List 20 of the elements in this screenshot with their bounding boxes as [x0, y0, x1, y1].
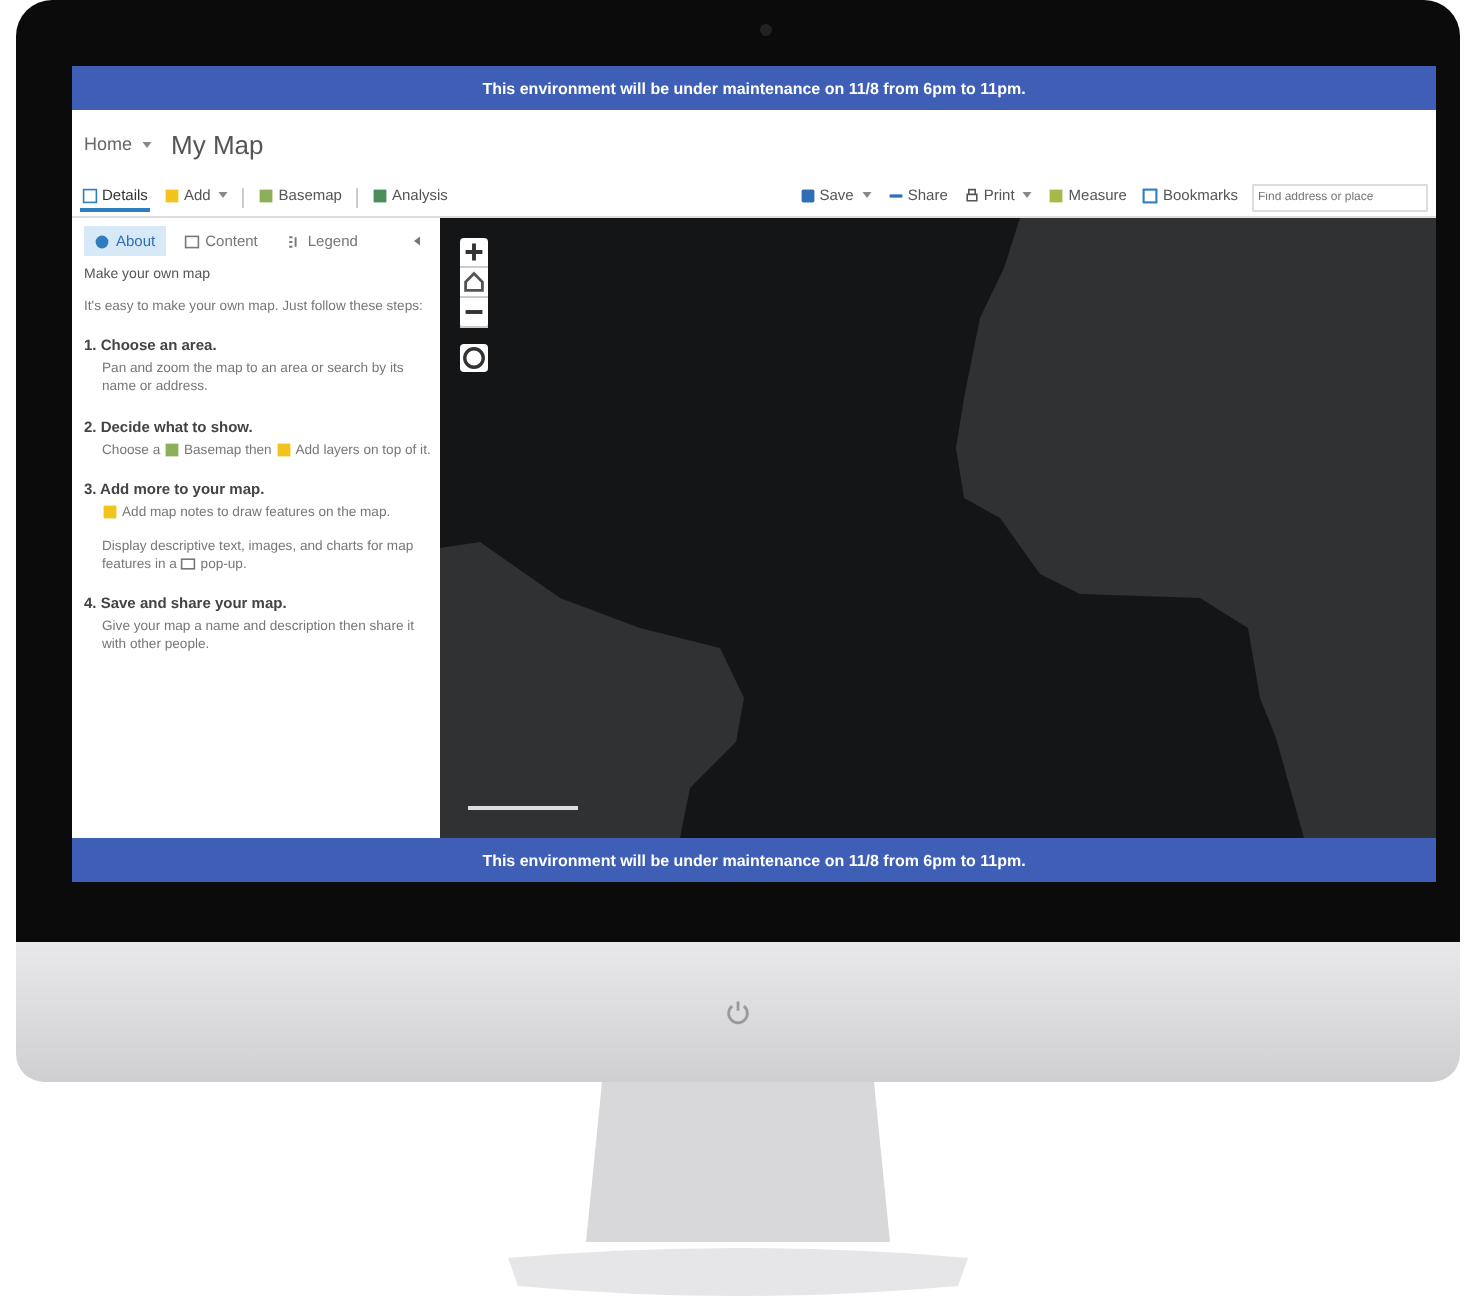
zoom-in-icon[interactable] [460, 238, 488, 268]
info-icon [94, 233, 110, 249]
bookmark-icon [1142, 187, 1159, 203]
document-icon [82, 187, 98, 203]
legend-icon [285, 233, 302, 249]
maintenance-banner: This environment will be under maintenance on 11/8 from 6pm to 11pm. [72, 838, 1436, 882]
map-title: My Map [171, 129, 264, 159]
caret-icon [218, 192, 229, 198]
maintenance-banner: This environment will be under maintenance on 11/8 from 6pm to 11pm. [72, 66, 1436, 110]
caret-icon [141, 142, 152, 149]
locate-icon[interactable] [460, 344, 488, 372]
camera-icon [760, 24, 772, 36]
home-menu[interactable]: Home [84, 134, 152, 154]
caret-icon [1022, 192, 1033, 198]
caret-icon [861, 192, 872, 198]
home-icon[interactable] [460, 268, 488, 298]
list-icon [183, 233, 200, 249]
collapse-arrow-icon[interactable] [414, 236, 420, 246]
print-icon [963, 187, 980, 203]
popup-icon [180, 556, 197, 573]
